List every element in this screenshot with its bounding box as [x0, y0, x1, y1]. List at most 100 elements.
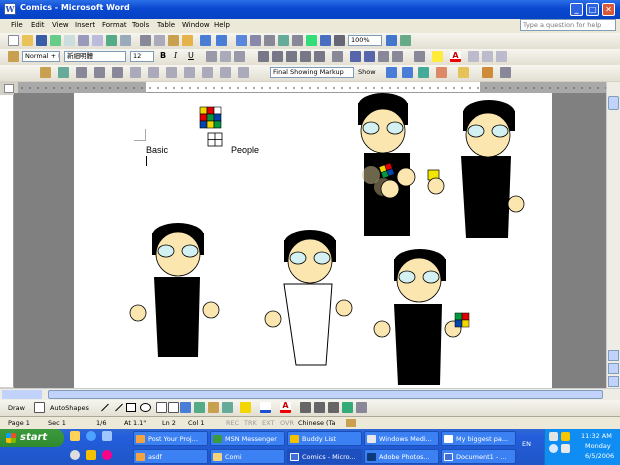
field-icon[interactable] — [238, 67, 249, 78]
maximize-button[interactable]: □ — [586, 3, 599, 16]
insert-table-icon[interactable] — [264, 35, 275, 46]
redo-icon[interactable] — [216, 35, 227, 46]
paste-icon[interactable] — [168, 35, 179, 46]
email-icon[interactable] — [64, 35, 75, 46]
accept-change-icon[interactable] — [418, 67, 429, 78]
scroll-thumb[interactable] — [608, 96, 619, 110]
font-dropdown[interactable]: 新細明體 — [64, 51, 126, 62]
menu-table[interactable]: Table — [157, 21, 175, 29]
zoom-dropdown[interactable]: 100% — [348, 35, 382, 46]
read-icon[interactable] — [386, 35, 397, 46]
tray-network-icon[interactable] — [549, 432, 558, 441]
horizontal-scrollbar[interactable] — [0, 388, 620, 400]
decrease-indent-icon[interactable] — [378, 51, 389, 62]
document-map-icon[interactable] — [320, 35, 331, 46]
prev-page-icon[interactable] — [608, 350, 619, 361]
index-icon[interactable] — [166, 67, 177, 78]
clock-time[interactable]: 11:32 AM — [581, 432, 612, 440]
line-icon[interactable] — [101, 403, 109, 412]
pagenum-icon[interactable] — [94, 67, 105, 78]
bullets-icon[interactable] — [364, 51, 375, 62]
fill-color-icon[interactable] — [240, 402, 251, 413]
undo-icon[interactable] — [200, 35, 211, 46]
rectangle-icon[interactable] — [126, 403, 136, 412]
status-rec[interactable]: REC — [226, 419, 239, 427]
date-icon[interactable] — [112, 67, 123, 78]
taskbar-item-photoshop[interactable]: Adobe Photos... — [364, 449, 439, 464]
drawing-font-color-icon[interactable]: A — [280, 402, 291, 413]
menu-view[interactable]: View — [52, 21, 69, 29]
justify-icon[interactable] — [300, 51, 311, 62]
status-ovr[interactable]: OVR — [280, 419, 294, 427]
taskbar-item-document1[interactable]: Document1 - ... — [441, 449, 516, 464]
show-hide-icon[interactable] — [334, 35, 345, 46]
copy-icon[interactable] — [154, 35, 165, 46]
3d-style-icon[interactable] — [356, 402, 367, 413]
vertical-ruler[interactable] — [0, 95, 14, 387]
align-center-icon[interactable] — [272, 51, 283, 62]
clip-art-icon[interactable] — [208, 402, 219, 413]
title-bar[interactable]: W Comics - Microsoft Word _ □ ✕ — [0, 0, 620, 19]
quicklaunch-icon-1[interactable] — [70, 431, 80, 441]
close-button[interactable]: ✕ — [602, 3, 615, 16]
format-painter-icon[interactable] — [182, 35, 193, 46]
outside-border-icon[interactable] — [414, 51, 425, 62]
print-icon[interactable] — [78, 35, 89, 46]
highlight-icon[interactable] — [432, 51, 443, 62]
hscroll-thumb[interactable] — [48, 390, 603, 399]
reviewing-pane-icon[interactable] — [500, 67, 511, 78]
increase-indent-icon[interactable] — [392, 51, 403, 62]
reject-change-icon[interactable] — [436, 67, 447, 78]
help-question-input[interactable]: Type a question for help — [520, 19, 616, 31]
new-icon[interactable] — [8, 35, 19, 46]
line-spacing-icon[interactable] — [332, 51, 343, 62]
hyperlink-icon[interactable] — [236, 35, 247, 46]
phonetic-guide-icon[interactable] — [468, 51, 479, 62]
tables-borders-icon[interactable] — [250, 35, 261, 46]
word-app-icon[interactable]: W — [4, 3, 16, 15]
align-right-icon[interactable] — [286, 51, 297, 62]
bookmark-icon[interactable] — [184, 67, 195, 78]
vertical-text-box-icon[interactable] — [168, 402, 179, 413]
tray-msn-icon[interactable] — [549, 444, 558, 453]
menu-help[interactable]: Help — [214, 21, 230, 29]
print-preview-icon[interactable] — [92, 35, 103, 46]
menu-insert[interactable]: Insert — [75, 21, 95, 29]
taskbar-item-msn[interactable]: MSN Messenger — [210, 431, 285, 446]
quicklaunch-ie-icon[interactable] — [86, 431, 96, 441]
taskbar-item-post-project[interactable]: Post Your Proj... — [133, 431, 208, 446]
drawing-canvas[interactable] — [74, 93, 552, 388]
dash-style-icon[interactable] — [314, 402, 325, 413]
drawing-icon[interactable] — [306, 35, 317, 46]
open-icon[interactable] — [22, 35, 33, 46]
spelling-icon[interactable] — [106, 35, 117, 46]
enclose-chars-icon[interactable] — [482, 51, 493, 62]
menu-format[interactable]: Format — [102, 21, 127, 29]
insert-comment-icon[interactable] — [458, 67, 469, 78]
quicklaunch-aim-icon[interactable] — [86, 450, 96, 460]
distributed-icon[interactable] — [314, 51, 325, 62]
tray-volume-icon[interactable] — [561, 444, 570, 453]
next-change-icon[interactable] — [402, 67, 413, 78]
help-icon[interactable] — [400, 35, 411, 46]
permission-icon[interactable] — [50, 35, 61, 46]
quicklaunch-desktop-icon[interactable] — [102, 431, 112, 441]
document-area[interactable]: Basic People — [14, 93, 606, 388]
oval-icon[interactable] — [140, 403, 151, 412]
taskbar-item-comics-word[interactable]: Comics - Micro... — [287, 449, 362, 464]
bold-button[interactable]: B — [160, 51, 166, 60]
markup-display-dropdown[interactable]: Final Showing Markup — [270, 67, 354, 78]
char-shading-icon[interactable] — [220, 51, 231, 62]
taskbar-item-buddy-list[interactable]: Buddy List — [287, 431, 362, 446]
cross-ref-icon[interactable] — [202, 67, 213, 78]
numbering-icon[interactable] — [350, 51, 361, 62]
text-box-icon[interactable] — [130, 67, 141, 78]
char-border-icon[interactable] — [206, 51, 217, 62]
autoshapes-menu[interactable]: AutoShapes — [50, 404, 89, 412]
view-buttons[interactable] — [2, 390, 42, 399]
show-markup-menu[interactable]: Show — [358, 68, 376, 76]
taskbar-item-biggest-page[interactable]: My biggest pa... — [441, 431, 516, 446]
save-icon[interactable] — [36, 35, 47, 46]
menu-tools[interactable]: Tools — [132, 21, 149, 29]
insert-picture-icon[interactable] — [40, 67, 51, 78]
